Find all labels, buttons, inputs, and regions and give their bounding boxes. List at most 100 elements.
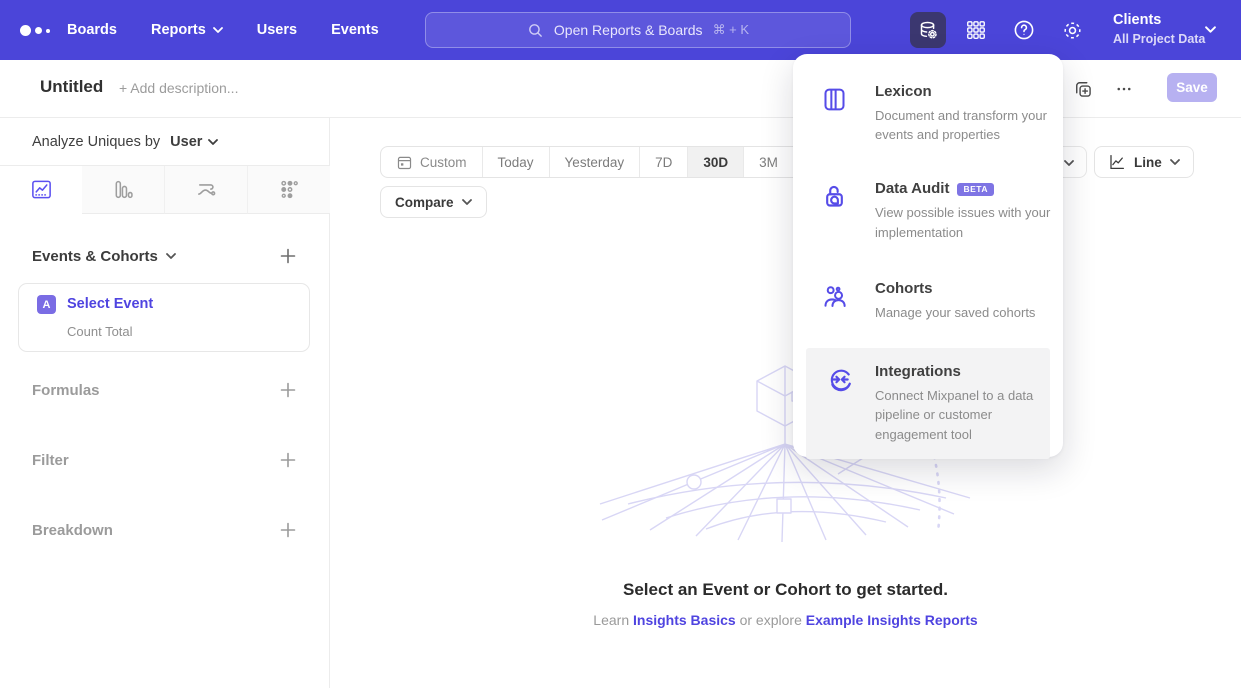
nav-reports-label: Reports xyxy=(151,22,206,38)
project-name: Clients xyxy=(1113,10,1205,30)
more-options-button[interactable] xyxy=(1110,75,1138,103)
filter-label: Filter xyxy=(32,452,69,469)
duplicate-icon xyxy=(1073,79,1093,99)
top-navbar: Boards Reports Users Events Open Reports… xyxy=(0,0,1241,60)
range-custom[interactable]: Custom xyxy=(381,147,482,177)
analyze-by-dropdown[interactable]: User xyxy=(170,134,218,150)
add-description-field[interactable]: + Add description... xyxy=(119,80,238,96)
duplicate-report-button[interactable] xyxy=(1069,75,1097,103)
compare-dropdown[interactable]: Compare xyxy=(380,186,487,218)
global-search-input[interactable]: Open Reports & Boards ⌘ + K xyxy=(425,12,851,48)
chevron-down-icon xyxy=(462,199,472,205)
add-filter-button[interactable] xyxy=(280,452,296,468)
main-nav: Boards Reports Users Events xyxy=(67,0,379,60)
ellipsis-icon xyxy=(1115,80,1133,98)
report-title[interactable]: Untitled xyxy=(40,77,103,97)
formulas-label: Formulas xyxy=(32,382,100,399)
nav-events[interactable]: Events xyxy=(331,22,379,38)
search-icon xyxy=(527,22,544,39)
chevron-down-icon xyxy=(1205,26,1216,33)
insights-basics-link[interactable]: Insights Basics xyxy=(633,612,736,628)
menu-item-data-audit[interactable]: Data Audit BETA View possible issues wit… xyxy=(793,180,1063,241)
chevron-down-icon xyxy=(166,253,176,259)
add-formula-button[interactable] xyxy=(280,382,296,398)
range-custom-label: Custom xyxy=(420,155,467,170)
add-breakdown-button[interactable] xyxy=(280,522,296,538)
range-today-label: Today xyxy=(498,155,534,170)
chevron-down-icon xyxy=(1064,160,1074,166)
cohorts-title: Cohorts xyxy=(875,280,933,298)
save-button[interactable]: Save xyxy=(1167,73,1217,102)
help-button[interactable] xyxy=(1006,12,1042,48)
project-selector[interactable]: Clients All Project Data xyxy=(1113,10,1205,48)
range-30d[interactable]: 30D xyxy=(687,147,743,177)
analyze-label: Analyze Uniques by xyxy=(32,134,160,150)
or-explore-text: or explore xyxy=(740,612,802,628)
cohorts-description: Manage your saved cohorts xyxy=(875,303,1057,322)
range-7d[interactable]: 7D xyxy=(639,147,687,177)
range-yesterday[interactable]: Yesterday xyxy=(549,147,640,177)
integrations-title: Integrations xyxy=(875,363,961,381)
compare-label: Compare xyxy=(395,195,454,210)
tab-line-chart[interactable] xyxy=(0,166,82,214)
select-event-card[interactable]: A Select Event Count Total xyxy=(18,283,310,352)
range-yesterday-label: Yesterday xyxy=(565,155,625,170)
empty-state-heading: Select an Event or Cohort to get started… xyxy=(330,580,1241,600)
analyze-by-value: User xyxy=(170,134,202,150)
breakdown-section: Breakdown xyxy=(0,514,330,546)
chart-type-tabs xyxy=(0,166,330,214)
range-3m-label: 3M xyxy=(759,155,778,170)
select-event-label[interactable]: Select Event xyxy=(67,296,153,312)
example-insights-reports-link[interactable]: Example Insights Reports xyxy=(806,612,978,628)
project-scope: All Project Data xyxy=(1113,30,1205,48)
events-cohorts-dropdown[interactable]: Events & Cohorts xyxy=(32,248,176,265)
nav-boards[interactable]: Boards xyxy=(67,22,117,38)
database-gear-icon xyxy=(917,19,939,41)
nav-users-label: Users xyxy=(257,22,297,38)
menu-item-integrations[interactable]: Integrations Connect Mixpanel to a data … xyxy=(806,348,1050,459)
learn-prefix: Learn xyxy=(593,612,629,628)
lexicon-title: Lexicon xyxy=(875,83,932,101)
range-3m[interactable]: 3M xyxy=(743,147,793,177)
range-30d-label: 30D xyxy=(703,155,728,170)
query-builder-sidebar: Analyze Uniques by User xyxy=(0,118,330,688)
tab-bar-chart[interactable] xyxy=(82,166,164,214)
nav-reports[interactable]: Reports xyxy=(151,22,223,38)
tab-flow-chart[interactable] xyxy=(164,166,247,214)
chevron-down-icon xyxy=(208,139,218,145)
beta-badge: BETA xyxy=(957,183,994,197)
nav-users[interactable]: Users xyxy=(257,22,297,38)
data-audit-icon xyxy=(793,180,875,241)
line-chart-axis-icon xyxy=(1108,153,1126,171)
formulas-section: Formulas xyxy=(0,374,330,406)
menu-item-lexicon[interactable]: Lexicon Document and transform your even… xyxy=(793,83,1063,144)
add-event-button[interactable] xyxy=(280,248,296,264)
range-today[interactable]: Today xyxy=(482,147,549,177)
line-chart-icon xyxy=(30,178,53,201)
metrics-grid-icon xyxy=(278,178,301,201)
search-shortcut: ⌘ + K xyxy=(713,22,750,38)
mixpanel-logo-icon[interactable] xyxy=(20,25,50,36)
settings-button[interactable] xyxy=(1054,12,1090,48)
chart-style-dropdown[interactable]: Line xyxy=(1094,146,1194,178)
integrations-icon xyxy=(806,363,875,444)
apps-grid-button[interactable] xyxy=(958,12,994,48)
empty-state-subtext: Learn Insights Basics or explore Example… xyxy=(330,612,1241,628)
nav-events-label: Events xyxy=(331,22,379,38)
chevron-down-icon xyxy=(1170,159,1180,165)
bar-chart-icon xyxy=(112,178,135,201)
tab-metrics-grid[interactable] xyxy=(247,166,330,214)
grid-icon xyxy=(965,19,987,41)
range-7d-label: 7D xyxy=(655,155,672,170)
data-management-button[interactable] xyxy=(910,12,946,48)
calendar-icon xyxy=(396,154,413,171)
events-cohorts-label: Events & Cohorts xyxy=(32,248,158,265)
events-cohorts-row: Events & Cohorts xyxy=(0,240,330,272)
analyze-row: Analyze Uniques by User xyxy=(0,118,330,166)
menu-item-cohorts[interactable]: Cohorts Manage your saved cohorts xyxy=(793,280,1063,322)
nav-boards-label: Boards xyxy=(67,22,117,38)
count-total-label[interactable]: Count Total xyxy=(67,324,133,339)
data-audit-title: Data Audit xyxy=(875,180,949,198)
event-series-badge: A xyxy=(37,295,56,314)
integrations-description: Connect Mixpanel to a data pipeline or c… xyxy=(875,386,1050,444)
